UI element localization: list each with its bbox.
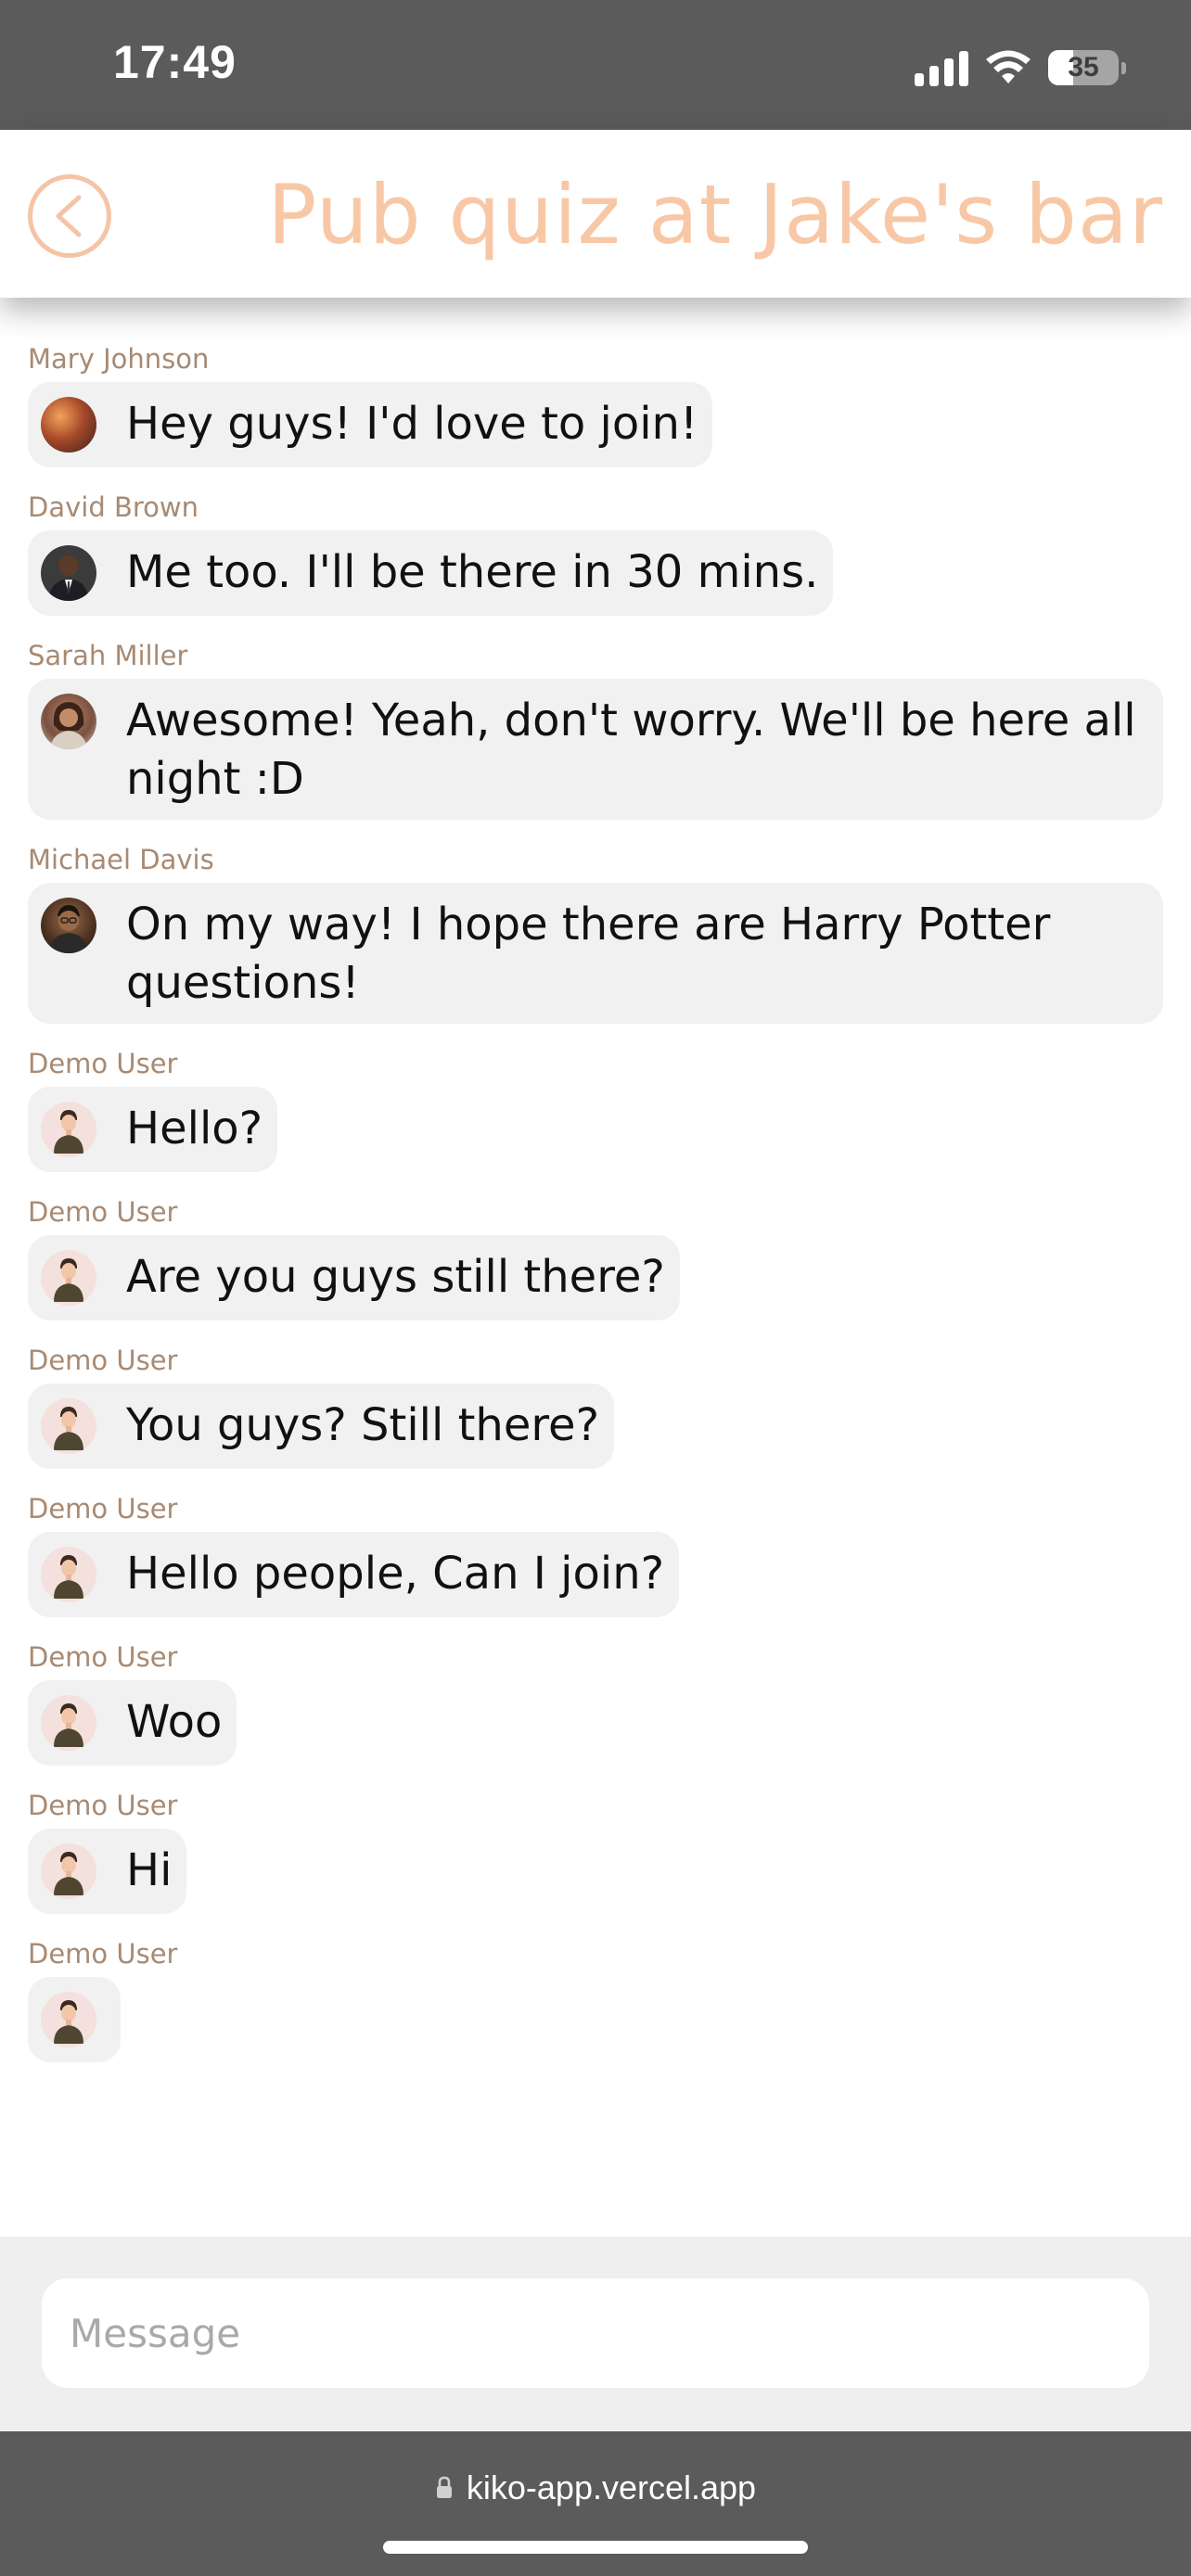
avatar	[41, 1992, 96, 2047]
signal-icon	[915, 49, 968, 86]
message-bubble[interactable]: On my way! I hope there are Harry Potter…	[28, 883, 1163, 1024]
message-bubble[interactable]: Awesome! Yeah, don't worry. We'll be her…	[28, 679, 1163, 820]
chat-title: Pub quiz at Jake's bar	[267, 167, 1163, 262]
message-composer	[0, 2237, 1191, 2431]
chat-header: Pub quiz at Jake's bar	[0, 130, 1191, 298]
sender-name: Demo User	[28, 1345, 178, 1376]
message-text: Hello?	[126, 1103, 263, 1154]
battery-icon: 35	[1048, 50, 1126, 85]
sender-name: Mary Johnson	[28, 343, 210, 375]
sender-name: David Brown	[28, 491, 198, 523]
message-text: On my way! I hope there are Harry Potter…	[126, 899, 1051, 1009]
avatar	[41, 898, 96, 953]
message-item: Mary Johnson Hey guys! I'd love to join!	[28, 343, 1163, 467]
back-button[interactable]	[28, 174, 111, 258]
wifi-icon	[985, 50, 1031, 85]
message-text: Woo	[126, 1696, 223, 1748]
message-text: Hey guys! I'd love to join!	[126, 398, 698, 450]
message-item: David Brown Me too. I'll be there in 30 …	[28, 491, 1163, 616]
message-item: Demo User Are you guys still there?	[28, 1196, 1163, 1320]
message-text: Hello people, Can I join?	[126, 1548, 665, 1600]
message-item: Demo User	[28, 1938, 1163, 2062]
message-bubble[interactable]: Hi	[28, 1829, 187, 1914]
message-item: Sarah Miller Awesome! Yeah, don't worry.…	[28, 640, 1163, 820]
avatar	[41, 1250, 96, 1306]
message-list[interactable]: Mary Johnson Hey guys! I'd love to join!…	[28, 343, 1163, 2086]
message-text: Hi	[126, 1844, 173, 1896]
home-indicator[interactable]	[383, 2541, 808, 2554]
lock-icon	[436, 2476, 452, 2498]
avatar	[41, 694, 96, 749]
sender-name: Demo User	[28, 1196, 178, 1228]
sender-name: Demo User	[28, 1938, 178, 1970]
avatar	[41, 1547, 96, 1602]
browser-bar: kiko-app.vercel.app	[0, 2431, 1191, 2576]
message-text: Are you guys still there?	[126, 1251, 665, 1303]
sender-name: Demo User	[28, 1493, 178, 1524]
message-bubble[interactable]: Hello?	[28, 1087, 278, 1172]
avatar	[41, 397, 96, 453]
avatar	[41, 1398, 96, 1454]
url-text: kiko-app.vercel.app	[466, 2468, 757, 2506]
message-text: Awesome! Yeah, don't worry. We'll be her…	[126, 695, 1136, 805]
chevron-left-icon	[56, 195, 82, 237]
message-bubble[interactable]: Me too. I'll be there in 30 mins.	[28, 530, 834, 616]
avatar	[41, 545, 96, 601]
message-bubble[interactable]: Hello people, Can I join?	[28, 1532, 680, 1617]
sender-name: Demo User	[28, 1048, 178, 1079]
status-icons: 35	[915, 45, 1126, 91]
message-item: Demo User Hello people, Can I join?	[28, 1493, 1163, 1617]
message-bubble[interactable]: Woo	[28, 1680, 237, 1766]
status-bar: 17:49 35	[0, 0, 1191, 130]
message-item: Demo User You guys? Still there?	[28, 1345, 1163, 1469]
message-text: Me too. I'll be there in 30 mins.	[126, 546, 819, 598]
battery-level: 35	[1068, 52, 1099, 83]
avatar	[41, 1695, 96, 1751]
message-bubble[interactable]: Are you guys still there?	[28, 1235, 680, 1320]
message-item: Demo User Hi	[28, 1790, 1163, 1914]
message-input[interactable]	[42, 2278, 1149, 2388]
message-item: Michael Davis On my way! I hope there ar…	[28, 844, 1163, 1024]
message-item: Demo User Woo	[28, 1641, 1163, 1766]
avatar	[41, 1102, 96, 1157]
url-bar[interactable]: kiko-app.vercel.app	[0, 2468, 1191, 2507]
message-bubble[interactable]	[28, 1977, 121, 2062]
status-time: 17:49	[113, 36, 237, 88]
avatar	[41, 1843, 96, 1899]
sender-name: Demo User	[28, 1790, 178, 1821]
message-text: You guys? Still there?	[126, 1399, 600, 1451]
message-bubble[interactable]: You guys? Still there?	[28, 1384, 615, 1469]
sender-name: Sarah Miller	[28, 640, 188, 671]
sender-name: Michael Davis	[28, 844, 214, 875]
sender-name: Demo User	[28, 1641, 178, 1673]
message-item: Demo User Hello?	[28, 1048, 1163, 1172]
message-bubble[interactable]: Hey guys! I'd love to join!	[28, 382, 713, 467]
